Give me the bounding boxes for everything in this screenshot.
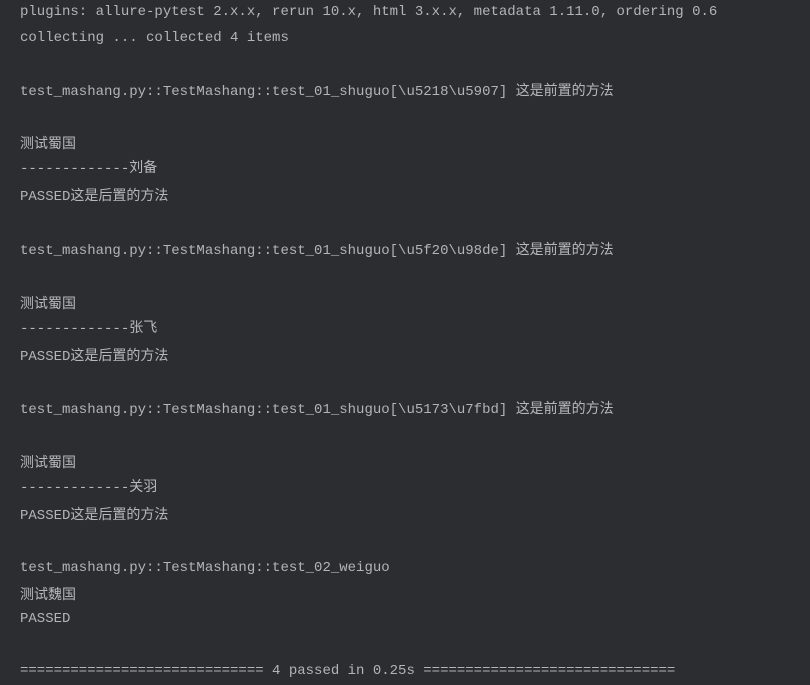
blank-line bbox=[20, 633, 790, 659]
passed-status: PASSED bbox=[20, 508, 70, 524]
terminal-output: plugins: allure-pytest 2.x.x, rerun 10.x… bbox=[20, 0, 790, 685]
blank-line bbox=[20, 530, 790, 556]
setup-msg: 这是前置的方法 bbox=[516, 241, 614, 257]
result-line: PASSED这是后置的方法 bbox=[20, 502, 790, 530]
blank-line bbox=[20, 424, 790, 450]
test-line: test_mashang.py::TestMashang::test_01_sh… bbox=[20, 78, 790, 106]
test-output: -------------关羽 bbox=[20, 476, 790, 502]
result-line: PASSED这是后置的方法 bbox=[20, 343, 790, 371]
test-output: 测试蜀国 bbox=[20, 291, 790, 317]
collecting-line: collecting ... collected 4 items bbox=[20, 26, 790, 52]
test-id: test_mashang.py::TestMashang::test_01_sh… bbox=[20, 84, 516, 100]
setup-msg: 这是前置的方法 bbox=[516, 82, 614, 98]
setup-msg: 这是前置的方法 bbox=[516, 400, 614, 416]
test-output: 测试魏国 bbox=[20, 582, 790, 608]
passed-status: PASSED bbox=[20, 349, 70, 365]
test-line: test_mashang.py::TestMashang::test_01_sh… bbox=[20, 237, 790, 265]
teardown-msg: 这是后置的方法 bbox=[70, 187, 168, 203]
test-output: -------------张飞 bbox=[20, 317, 790, 343]
blank-line bbox=[20, 211, 790, 237]
teardown-msg: 这是后置的方法 bbox=[70, 506, 168, 522]
blank-line bbox=[20, 106, 790, 132]
test-output: 测试蜀国 bbox=[20, 131, 790, 157]
passed-status: PASSED bbox=[20, 607, 790, 633]
passed-status: PASSED bbox=[20, 189, 70, 205]
test-output: -------------刘备 bbox=[20, 157, 790, 183]
test-id: test_mashang.py::TestMashang::test_02_we… bbox=[20, 560, 398, 576]
test-line: test_mashang.py::TestMashang::test_01_sh… bbox=[20, 396, 790, 424]
summary-line: ============================= 4 passed i… bbox=[20, 659, 790, 685]
test-id: test_mashang.py::TestMashang::test_01_sh… bbox=[20, 243, 516, 259]
teardown-msg: 这是后置的方法 bbox=[70, 347, 168, 363]
blank-line bbox=[20, 370, 790, 396]
plugins-line: plugins: allure-pytest 2.x.x, rerun 10.x… bbox=[20, 0, 790, 26]
test-line: test_mashang.py::TestMashang::test_02_we… bbox=[20, 556, 790, 582]
test-id: test_mashang.py::TestMashang::test_01_sh… bbox=[20, 402, 516, 418]
result-line: PASSED这是后置的方法 bbox=[20, 183, 790, 211]
blank-line bbox=[20, 52, 790, 78]
test-output: 测试蜀国 bbox=[20, 450, 790, 476]
blank-line bbox=[20, 265, 790, 291]
